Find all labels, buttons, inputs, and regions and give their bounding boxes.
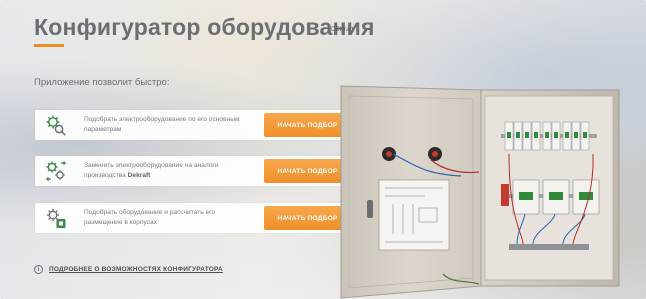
more-info-link[interactable]: подробнее о возможностях конфигуратора: [49, 266, 223, 273]
page-title: Конфигуратор оборудования: [34, 14, 375, 40]
gear-search-icon: [46, 115, 66, 136]
feature-card-select: Подобрать электрооборудование по его осн…: [35, 110, 353, 140]
feature-description: Подобрать оборудование и рассчитать его …: [84, 209, 216, 226]
feature-card-layout: Подобрать оборудование и рассчитать его …: [35, 203, 353, 233]
gear-box-icon: [46, 208, 66, 228]
electrical-cabinet-image: [340, 85, 620, 299]
feature-description: Заменить электрооборудование на аналоги …: [84, 161, 254, 180]
gear-swap-icon: [45, 161, 67, 181]
feature-card-replace: Заменить электрооборудование на аналоги …: [35, 156, 353, 186]
info-icon: i: [34, 265, 43, 274]
feature-text-brand: Dekraft: [127, 171, 151, 179]
feature-text-main: Заменить электрооборудование на аналоги …: [84, 162, 219, 179]
title-underline: [34, 44, 64, 47]
feature-description: Подобрать электрооборудование по его осн…: [84, 116, 240, 133]
more-info: i подробнее о возможностях конфигуратора: [34, 265, 223, 274]
brand-logo: DEKraft: [331, 27, 354, 33]
intro-text: Приложение позволит быстро:: [34, 77, 170, 88]
